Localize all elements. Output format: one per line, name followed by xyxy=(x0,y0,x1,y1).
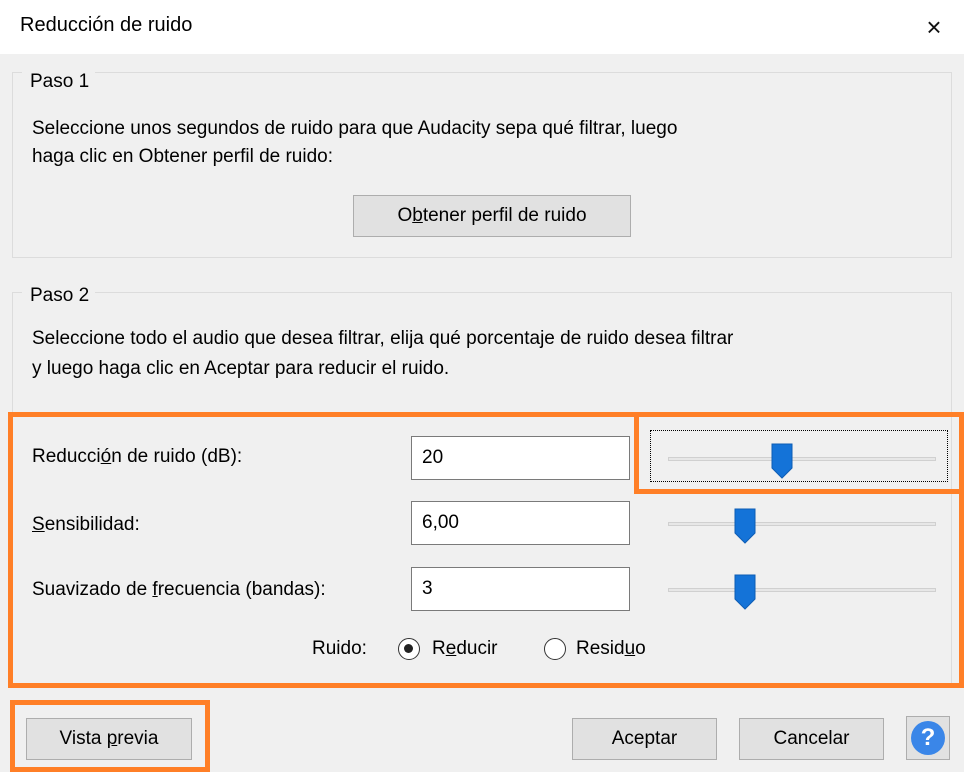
reduce-radio-label[interactable]: Reducir xyxy=(432,637,498,661)
frequency-smoothing-label-pre: Suavizado de xyxy=(32,579,153,600)
sensitivity-slider[interactable] xyxy=(668,494,936,554)
sensitivity-slider-thumb[interactable] xyxy=(734,508,756,544)
noise-reduction-slider-thumb[interactable] xyxy=(771,443,793,479)
residue-radio[interactable] xyxy=(544,638,566,660)
help-icon: ? xyxy=(911,721,945,755)
residue-radio-label[interactable]: Residuo xyxy=(576,637,646,661)
preview-button[interactable]: Vista p revia xyxy=(26,718,192,760)
preview-label-accel: p xyxy=(106,728,118,749)
close-icon[interactable]: × xyxy=(904,0,964,54)
frequency-smoothing-label: Suavizado de frecuencia (bandas): xyxy=(32,578,326,602)
frequency-smoothing-slider[interactable] xyxy=(668,560,936,620)
sensitivity-slider-track xyxy=(668,522,936,526)
preview-label-post: revia xyxy=(117,728,159,749)
noise-reduction-label-pre: Reducci xyxy=(32,446,101,467)
sensitivity-input[interactable]: 6,00 xyxy=(411,501,630,545)
noise-reduction-slider-track xyxy=(668,457,936,461)
frequency-smoothing-slider-thumb[interactable] xyxy=(734,574,756,610)
dialog-title: Reducción de ruido xyxy=(20,14,193,36)
step2-instructions-line2: y luego haga clic en Aceptar para reduci… xyxy=(32,358,450,379)
reduce-label-pre: R xyxy=(432,638,446,659)
step1-instructions-line2: haga clic en Obtener perfil de ruido: xyxy=(32,146,334,167)
residue-label-pre: Resid xyxy=(576,638,625,659)
get-noise-profile-button[interactable]: Ob tener perfil de ruido xyxy=(353,195,631,237)
noise-reduction-input[interactable]: 20 xyxy=(411,436,630,480)
step2-instructions-line1: Seleccione todo el audio que desea filtr… xyxy=(32,328,734,349)
title-bar: Reducción de ruido × xyxy=(0,0,964,54)
get-noise-profile-label-post: tener perfil de ruido xyxy=(422,205,587,226)
noise-reduction-label-post: n de ruido (dB): xyxy=(111,446,243,467)
noise-reduction-slider[interactable] xyxy=(668,429,936,489)
help-button[interactable]: ? xyxy=(906,716,950,760)
sensitivity-label-post: ensibilidad: xyxy=(44,514,140,535)
residue-label-post: o xyxy=(635,638,646,659)
get-noise-profile-label-pre: O xyxy=(397,205,413,226)
reduce-label-accel: e xyxy=(445,638,457,659)
sensitivity-label: Sensibilidad: xyxy=(32,513,140,537)
noise-mode-label: Ruido: xyxy=(312,638,367,659)
ok-button[interactable]: Aceptar xyxy=(572,718,717,760)
noise-reduction-label-accel: ó xyxy=(100,446,112,467)
residue-label-accel: u xyxy=(624,638,636,659)
step2-legend: Paso 2 xyxy=(22,285,96,307)
frequency-smoothing-input[interactable]: 3 xyxy=(411,567,630,611)
sensitivity-label-accel: S xyxy=(32,514,45,535)
preview-label-pre: Vista xyxy=(59,728,107,749)
step1-legend: Paso 1 xyxy=(22,71,96,93)
step1-instructions-line1: Seleccione unos segundos de ruido para q… xyxy=(32,118,678,139)
frequency-smoothing-label-post: recuencia (bandas): xyxy=(157,579,326,600)
frequency-smoothing-slider-track xyxy=(668,588,936,592)
get-noise-profile-label-accel: b xyxy=(412,205,423,226)
reduce-radio[interactable] xyxy=(398,638,420,660)
cancel-button[interactable]: Cancelar xyxy=(739,718,884,760)
reduce-label-post: ducir xyxy=(456,638,498,659)
reduce-radio-dot xyxy=(404,644,413,653)
noise-reduction-label: Reducción de ruido (dB): xyxy=(32,445,242,469)
